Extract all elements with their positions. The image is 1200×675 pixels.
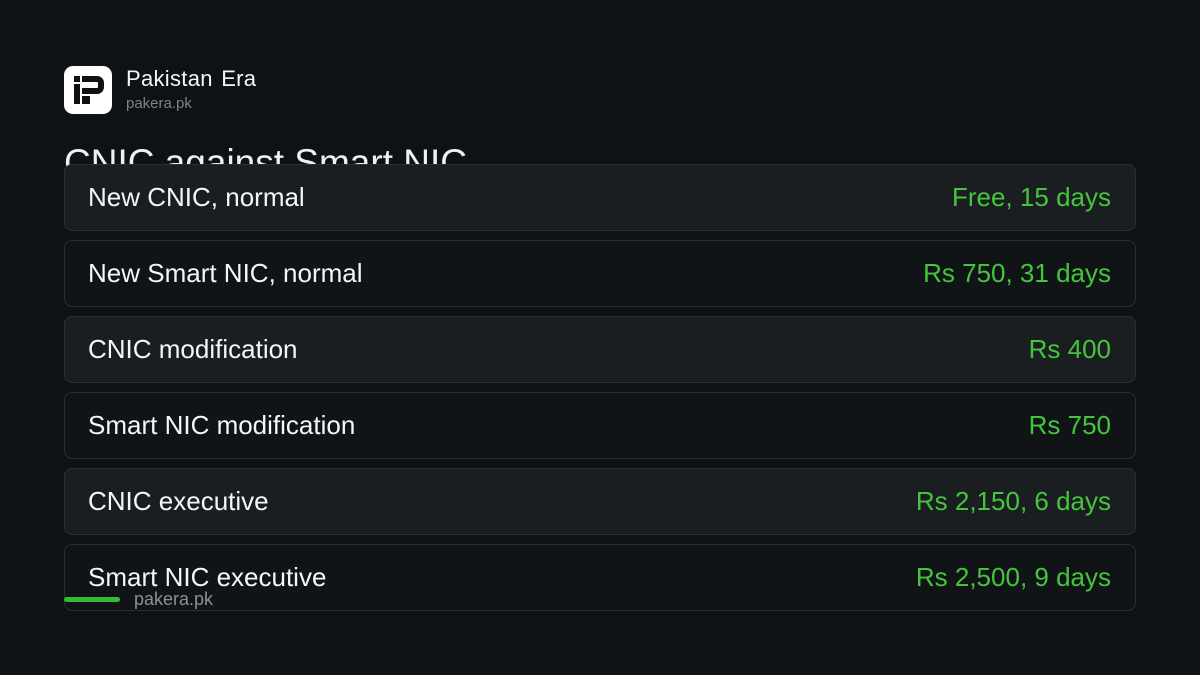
- list-item: CNIC modification Rs 400: [64, 316, 1136, 383]
- card: Pakistan Era pakera.pk CNIC against Smar…: [0, 0, 1200, 675]
- footer: pakera.pk: [64, 589, 213, 610]
- row-label: New CNIC, normal: [88, 182, 305, 212]
- row-label: CNIC executive: [88, 486, 269, 516]
- list-item: Smart NIC executive Rs 2,500, 9 days: [64, 544, 1136, 611]
- row-value: Rs 2,150, 6 days: [915, 486, 1111, 516]
- row-value: Rs 750, 31 days: [923, 258, 1111, 288]
- brand-name: Pakistan Era: [126, 66, 257, 91]
- row-label: Smart NIC modification: [88, 410, 356, 440]
- row-value: Rs 400: [1028, 334, 1111, 364]
- row-label: CNIC modification: [88, 334, 298, 364]
- list-item: New CNIC, normal Free, 15 days: [64, 164, 1136, 231]
- row-value: Rs 2,500, 9 days: [915, 562, 1111, 592]
- row-value: Free, 15 days: [952, 182, 1111, 212]
- row-label: New Smart NIC, normal: [88, 258, 363, 288]
- brand-header: Pakistan Era pakera.pk: [64, 66, 256, 114]
- brand-url: pakera.pk: [126, 95, 192, 112]
- list-item: CNIC executive Rs 2,150, 6 days: [64, 468, 1136, 535]
- accent-bar: [64, 597, 120, 602]
- fee-list: New CNIC, normal Free, 15 days New Smart…: [64, 164, 1136, 620]
- list-item: New Smart NIC, normal Rs 750, 31 days: [64, 240, 1136, 307]
- list-item: Smart NIC modification Rs 750: [64, 392, 1136, 459]
- pakistan-era-logo-icon: [64, 66, 112, 114]
- row-value: Rs 750: [1028, 410, 1111, 440]
- footer-url: pakera.pk: [134, 589, 214, 609]
